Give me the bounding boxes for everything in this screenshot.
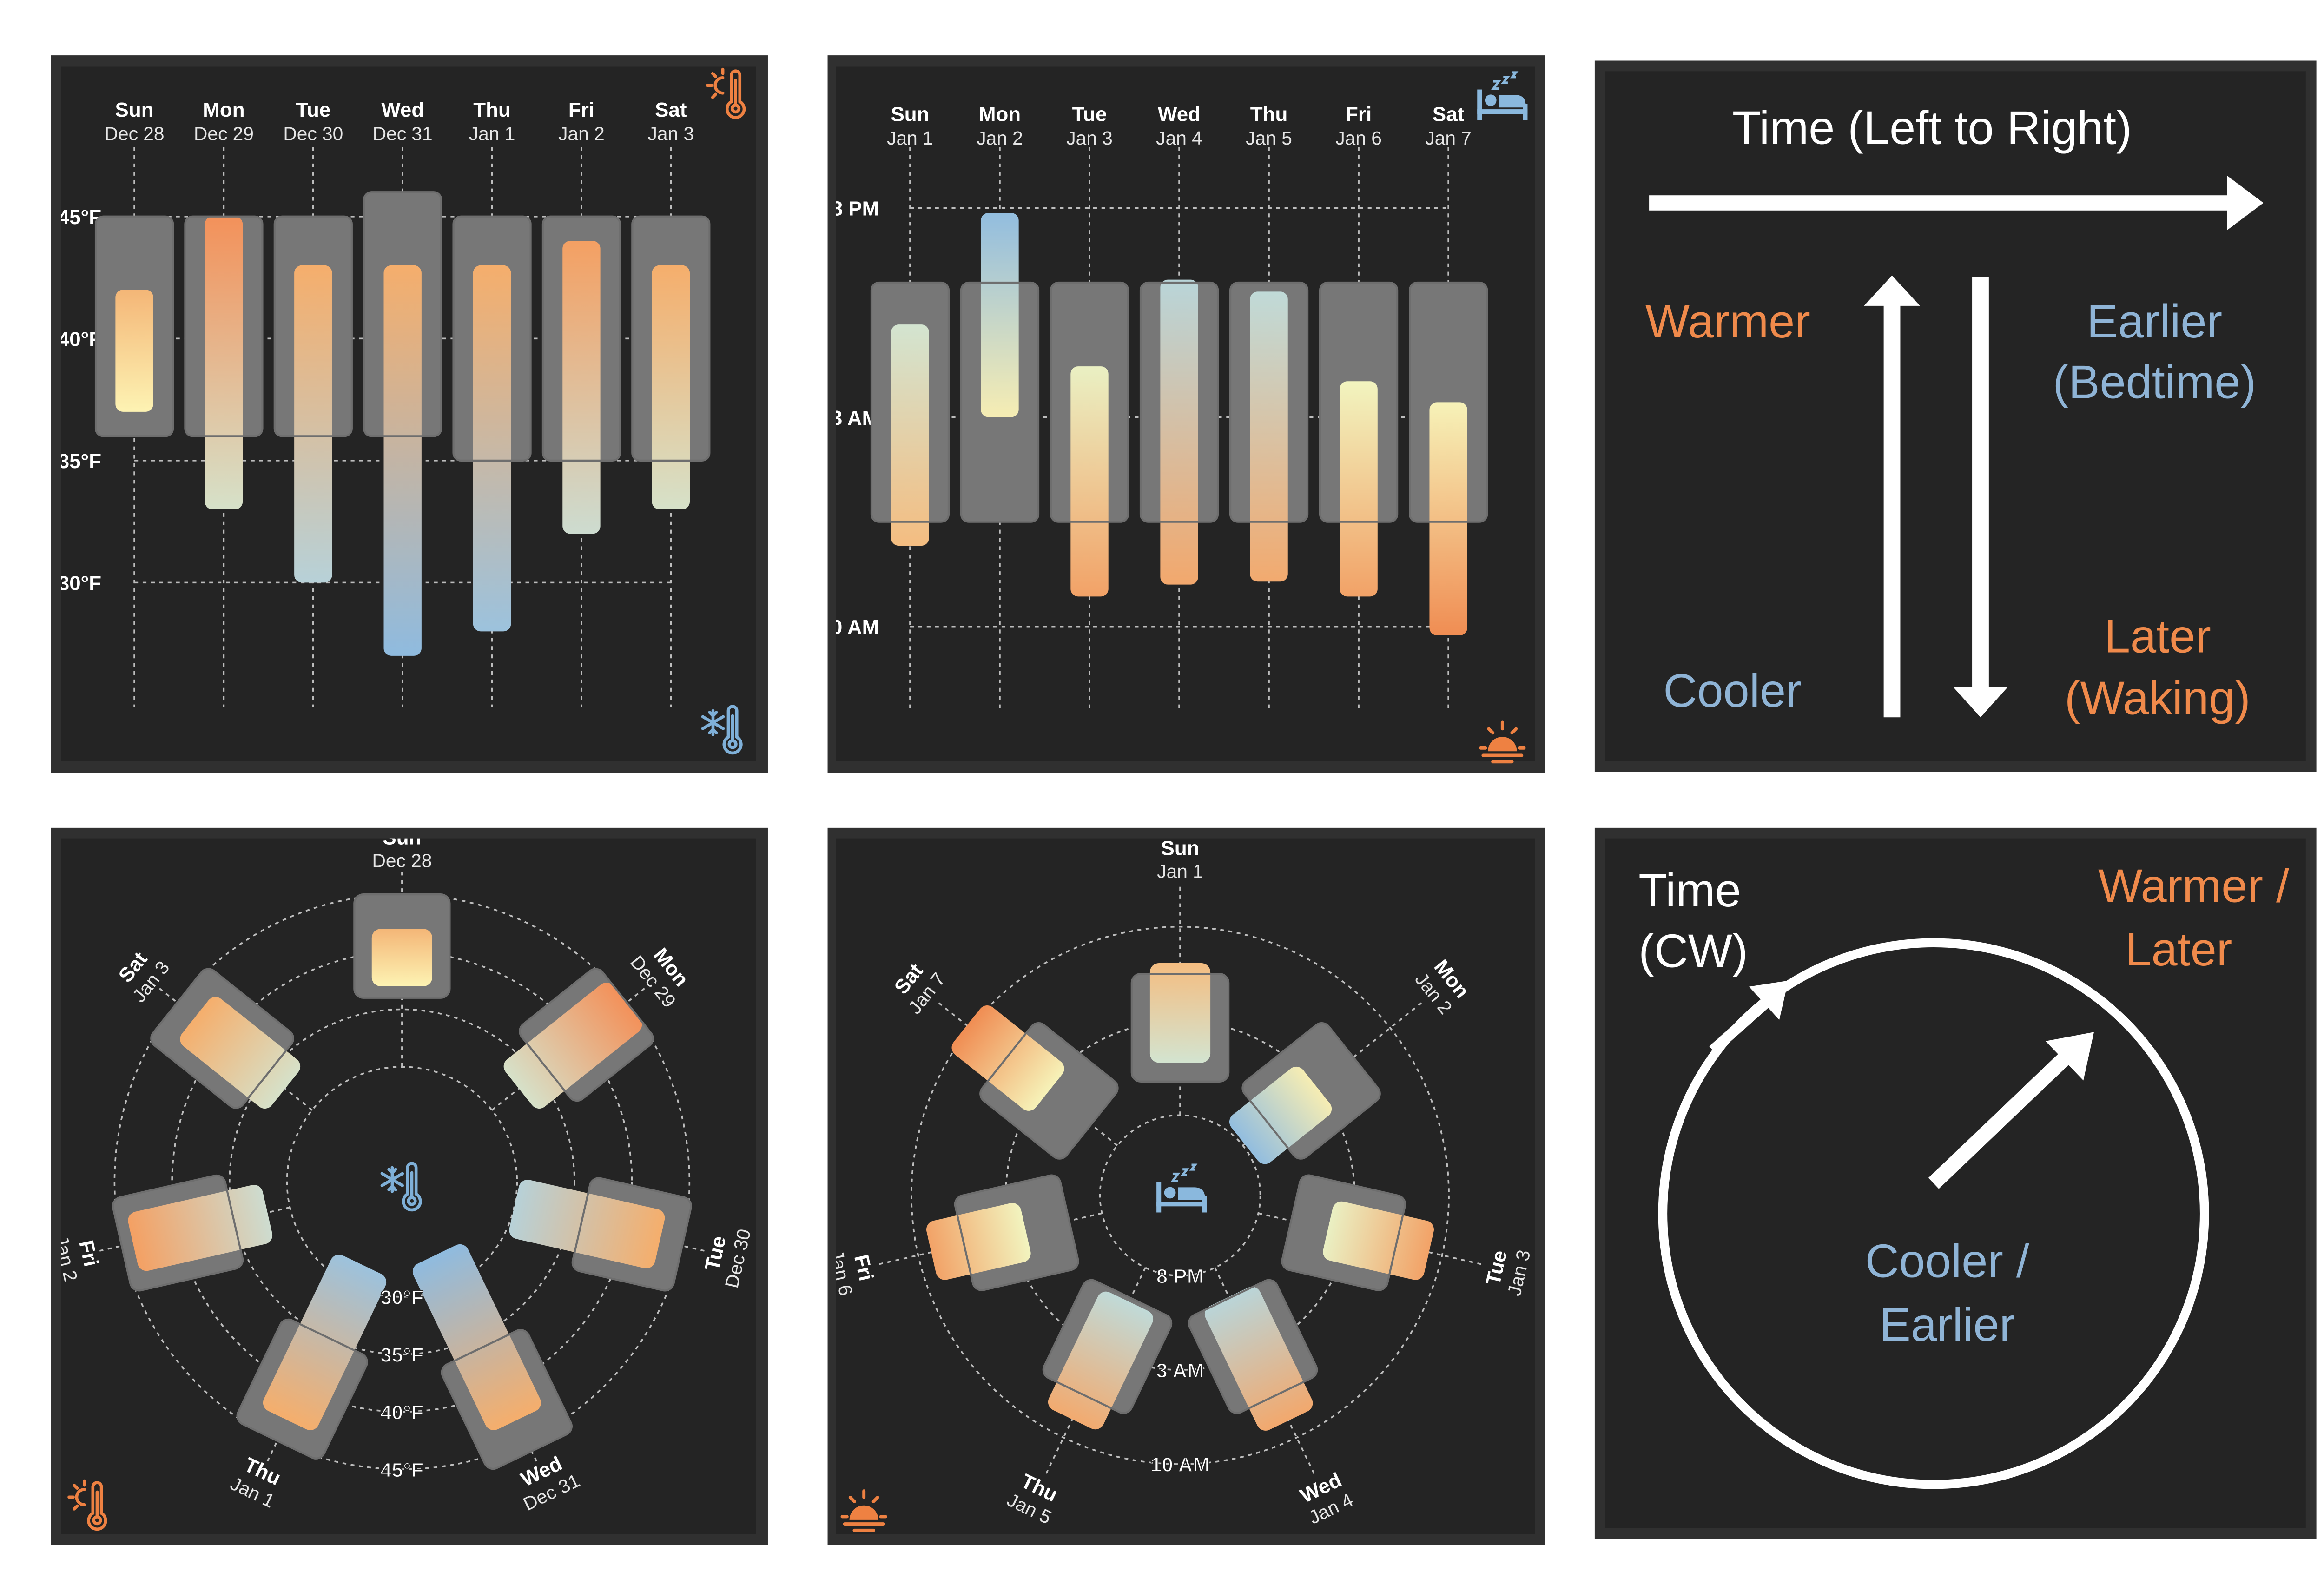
date-label: Jan 7 bbox=[1425, 127, 1472, 149]
panel-legend-radial: Time (CW) Warmer / Later Cooler / Earlie… bbox=[1594, 827, 2317, 1539]
legend-warmer-later: Warmer / bbox=[2098, 860, 2290, 912]
day-label: Tue bbox=[296, 99, 330, 121]
range-bar bbox=[891, 324, 929, 546]
range-bar bbox=[205, 216, 243, 509]
legend-cooler-earlier: Cooler / bbox=[1865, 1235, 2030, 1288]
y-tick-label: 8 PM bbox=[832, 198, 879, 220]
radial-day-label: SunJan 1 bbox=[1157, 837, 1203, 882]
legend-later: Later bbox=[2125, 924, 2232, 976]
range-bar bbox=[115, 290, 153, 412]
range-bar bbox=[1149, 963, 1211, 1063]
range-bar bbox=[652, 265, 690, 509]
panel-temperature-radial: SunDec 28MonDec 29TueDec 30WedDec 31ThuJ… bbox=[51, 827, 768, 1545]
range-bar bbox=[1429, 402, 1467, 636]
legend-waking: (Waking) bbox=[2065, 673, 2251, 725]
range-bar bbox=[473, 265, 511, 632]
radial-day-group bbox=[1130, 963, 1230, 1083]
date-label: Dec 29 bbox=[194, 123, 254, 144]
y-tick-label: 35°F bbox=[58, 450, 101, 473]
legend-later: Later bbox=[2104, 610, 2211, 662]
legend-earlier: Earlier bbox=[1880, 1299, 2015, 1351]
range-bar bbox=[981, 212, 1019, 417]
date-label: Jan 6 bbox=[1335, 127, 1382, 149]
range-bar bbox=[1070, 366, 1109, 597]
date-label: Jan 3 bbox=[1066, 127, 1113, 149]
date-label: Jan 1 bbox=[887, 127, 933, 149]
day-label: Sun bbox=[1161, 837, 1200, 859]
date-label: Jan 2 bbox=[977, 127, 1023, 149]
range-bar bbox=[294, 265, 332, 583]
date-label: Jan 1 bbox=[469, 123, 515, 144]
range-bar bbox=[1160, 279, 1198, 585]
legend-time-title: Time (Left to Right) bbox=[1732, 102, 2132, 154]
panel-legend-linear: Time (Left to Right) Warmer Cooler Earli… bbox=[1594, 60, 2317, 772]
panel-sleep-radial: SunJan 1MonJan 2TueJan 3WedJan 4ThuJan 5… bbox=[827, 827, 1545, 1545]
ring-tick-label: 3 AM bbox=[1156, 1359, 1204, 1382]
panel-temperature-linear: 45°F40°F35°F30°FSunDec 28MonDec 29TueDec… bbox=[51, 55, 768, 773]
day-label: Sat bbox=[655, 99, 687, 121]
range-bar bbox=[562, 241, 601, 534]
day-label: Wed bbox=[1158, 103, 1201, 126]
ring-tick-label: 45°F bbox=[380, 1459, 423, 1481]
range-bar bbox=[383, 265, 422, 656]
day-label: Thu bbox=[1250, 103, 1288, 126]
range-bar bbox=[1250, 291, 1288, 582]
day-label: Sat bbox=[1433, 103, 1465, 126]
date-label: Jan 1 bbox=[1157, 860, 1203, 882]
legend-warmer: Warmer bbox=[1645, 296, 1810, 348]
y-tick-label: 30°F bbox=[58, 572, 101, 595]
day-label: Tue bbox=[1072, 103, 1107, 126]
radial-day-group bbox=[353, 893, 451, 999]
ring-tick-label: 40°F bbox=[380, 1401, 423, 1424]
ring-tick-label: 30°F bbox=[380, 1286, 423, 1309]
date-label: Jan 4 bbox=[1156, 127, 1202, 149]
day-label: Fri bbox=[1346, 103, 1372, 126]
legend-time: Time bbox=[1638, 865, 1741, 917]
day-label: Sun bbox=[115, 99, 154, 121]
legend-bedtime: (Bedtime) bbox=[2053, 356, 2256, 408]
range-bar bbox=[1340, 381, 1378, 597]
legend-cooler: Cooler bbox=[1664, 665, 1802, 717]
day-label: Wed bbox=[381, 99, 424, 121]
date-label: Jan 3 bbox=[648, 123, 694, 144]
date-label: Dec 31 bbox=[373, 123, 433, 144]
figure: 45°F40°F35°F30°FSunDec 28MonDec 29TueDec… bbox=[51, 55, 2317, 1545]
range-bar bbox=[371, 929, 432, 986]
day-label: Fri bbox=[568, 99, 594, 121]
day-label: Sun bbox=[891, 103, 929, 126]
day-label: Mon bbox=[979, 103, 1021, 126]
ring-tick-label: 35°F bbox=[380, 1344, 423, 1367]
date-label: Jan 5 bbox=[1246, 127, 1292, 149]
ring-tick-label: 8 PM bbox=[1156, 1265, 1204, 1288]
date-label: Dec 28 bbox=[372, 850, 432, 871]
day-label: Thu bbox=[473, 99, 511, 121]
panel-sleep-linear: 8 PM3 AM10 AMSunJan 1MonJan 2TueJan 3Wed… bbox=[827, 55, 1545, 773]
date-label: Jan 2 bbox=[558, 123, 604, 144]
date-label: Dec 30 bbox=[283, 123, 343, 144]
legend-earlier: Earlier bbox=[2087, 296, 2223, 348]
ring-tick-label: 10 AM bbox=[1150, 1453, 1210, 1476]
legend-clockwise: (CW) bbox=[1638, 925, 1748, 977]
date-label: Dec 28 bbox=[105, 123, 165, 144]
day-label: Mon bbox=[203, 99, 244, 121]
